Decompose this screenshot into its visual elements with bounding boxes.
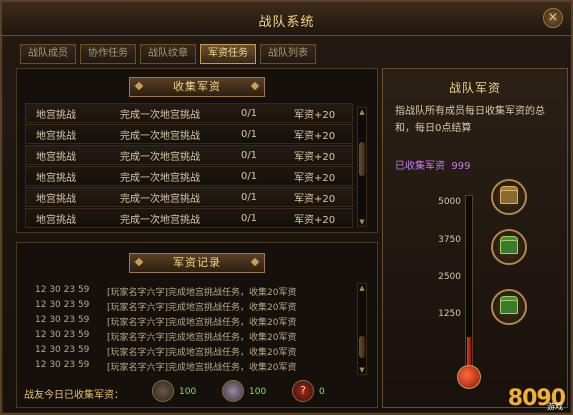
task-row[interactable]: 地宫挑战 完成一次地宫挑战 0/1 军资+20 [25,145,353,165]
task-progress: 0/1 [240,212,258,224]
task-progress: 0/1 [240,128,258,140]
log-time: 12 30 23 59 [35,315,90,325]
scroll-up-icon[interactable]: ▲ [357,107,367,117]
tab-supply-tasks[interactable]: 军资任务 [200,44,256,64]
task-reward: 军资+20 [294,193,336,205]
green-chest-icon[interactable] [491,289,527,325]
task-reward: 军资+20 [294,214,336,226]
tab-guild-list[interactable]: 战队列表 [260,44,316,64]
log-time: 12 30 23 59 [35,285,90,295]
member-value: 100 [249,387,267,397]
task-row[interactable]: 地宫挑战 完成一次地宫挑战 0/1 军资+20 [25,187,353,207]
task-reward: 军资+20 [294,151,336,163]
watermark-sub: 游戏 [547,402,563,411]
today-label: 战友今日已收集军资： [24,390,124,401]
log-entry: 12 30 23 59 [玩家名字六字]完成地宫挑战任务，收集20军资 [35,300,353,315]
task-progress: 0/1 [240,149,258,161]
log-text: [玩家名字六字]完成地宫挑战任务，收集20军资 [107,363,297,373]
log-time: 12 30 23 59 [35,330,90,340]
scroll-thumb[interactable] [359,336,365,358]
log-text: [玩家名字六字]完成地宫挑战任务，收集20军资 [107,333,297,343]
task-desc: 完成一次地宫挑战 [120,193,200,205]
log-text: [玩家名字六字]完成地宫挑战任务，收集20军资 [107,288,297,298]
collected-readout: 已收集军资 999 [395,157,470,172]
log-time: 12 30 23 59 [35,360,90,370]
window-title: 战队系统 [258,15,315,30]
log-entry: 12 30 23 59 [玩家名字六字]完成地宫挑战任务，收集20军资 [35,360,353,375]
task-name: 地宫挑战 [36,130,76,142]
task-row[interactable]: 地宫挑战 完成一次地宫挑战 0/1 军资+20 [25,208,353,228]
task-desc: 完成一次地宫挑战 [120,172,200,184]
tab-members[interactable]: 战队成员 [20,44,76,64]
task-reward: 军资+20 [294,130,336,142]
gauge-tick: 3750 [438,235,461,245]
log-text: [玩家名字六字]完成地宫挑战任务，收集20军资 [107,318,297,328]
task-name: 地宫挑战 [36,151,76,163]
warrior-avatar-icon[interactable] [152,380,174,402]
collected-value: 999 [451,161,471,172]
task-row[interactable]: 地宫挑战 完成一次地宫挑战 0/1 军资+20 [25,103,353,123]
log-text: [玩家名字六字]完成地宫挑战任务，收集20军资 [107,303,297,313]
gauge-tick: 1250 [438,309,461,319]
collected-label: 已收集军资 [395,161,445,172]
task-list: 地宫挑战 完成一次地宫挑战 0/1 军资+20 地宫挑战 完成一次地宫挑战 0/… [25,103,353,229]
green-chest-icon[interactable] [491,229,527,265]
task-name: 地宫挑战 [36,214,76,226]
task-progress: 0/1 [240,191,258,203]
collect-header: 收集军资 [129,77,265,97]
task-desc: 完成一次地宫挑战 [120,151,200,163]
task-progress: 0/1 [240,107,258,119]
task-progress: 0/1 [240,170,258,182]
reward-title: 战队军资 [448,81,501,95]
guild-window: 战队系统 × 战队成员 协作任务 战队纹章 军资任务 战队列表 收集军资 地宫挑… [0,0,573,415]
member-value: 0 [319,387,325,397]
log-entry: 12 30 23 59 [玩家名字六字]完成地宫挑战任务，收集20军资 [35,330,353,345]
supply-gauge [465,195,473,373]
gold-chest-icon[interactable] [491,179,527,215]
task-row[interactable]: 地宫挑战 完成一次地宫挑战 0/1 军资+20 [25,166,353,186]
reward-description: 指战队所有成员每日收集军资的总和，每日0点结算 [395,106,545,134]
task-reward: 军资+20 [294,109,336,121]
tab-emblem[interactable]: 战队纹章 [140,44,196,64]
task-scrollbar[interactable]: ▲ ▼ [357,107,367,227]
tab-cooperative-tasks[interactable]: 协作任务 [80,44,136,64]
gauge-tick: 2500 [438,272,461,282]
scroll-down-icon[interactable]: ▼ [357,217,367,227]
log-entry: 12 30 23 59 [玩家名字六字]完成地宫挑战任务，收集20军资 [35,285,353,300]
log-time: 12 30 23 59 [35,300,90,310]
scroll-thumb[interactable] [359,142,365,176]
log-scrollbar[interactable]: ▲ ▼ [357,283,367,375]
member-value: 100 [179,387,197,397]
task-desc: 完成一次地宫挑战 [120,130,200,142]
task-name: 地宫挑战 [36,193,76,205]
gauge-bulb [457,365,481,389]
today-contribution-bar: 战友今日已收集军资： 100 100 ? 0 [24,380,354,406]
task-desc: 完成一次地宫挑战 [120,109,200,121]
unknown-avatar-icon[interactable]: ? [292,380,314,402]
log-list: 12 30 23 59 [玩家名字六字]完成地宫挑战任务，收集20军资 12 3… [35,285,353,375]
task-reward: 军资+20 [294,172,336,184]
title-bar: 战队系统 × [2,2,571,36]
log-entry: 12 30 23 59 [玩家名字六字]完成地宫挑战任务，收集20军资 [35,345,353,360]
guild-supply-panel: 战队军资 指战队所有成员每日收集军资的总和，每日0点结算 已收集军资 999 5… [382,68,568,408]
scroll-up-icon[interactable]: ▲ [357,283,367,293]
collect-panel: 收集军资 地宫挑战 完成一次地宫挑战 0/1 军资+20 地宫挑战 完成一次地宫… [16,68,378,233]
log-text: [玩家名字六字]完成地宫挑战任务，收集20军资 [107,348,297,358]
log-time: 12 30 23 59 [35,345,90,355]
log-entry: 12 30 23 59 [玩家名字六字]完成地宫挑战任务，收集20军资 [35,315,353,330]
mage-avatar-icon[interactable] [222,380,244,402]
gauge-tick: 5000 [438,197,461,207]
task-name: 地宫挑战 [36,172,76,184]
scroll-down-icon[interactable]: ▼ [357,365,367,375]
log-header: 军资记录 [129,253,265,273]
task-row[interactable]: 地宫挑战 完成一次地宫挑战 0/1 军资+20 [25,124,353,144]
task-desc: 完成一次地宫挑战 [120,214,200,226]
close-button[interactable]: × [543,8,563,28]
task-name: 地宫挑战 [36,109,76,121]
brand-watermark: 8090 游戏 [508,386,566,411]
